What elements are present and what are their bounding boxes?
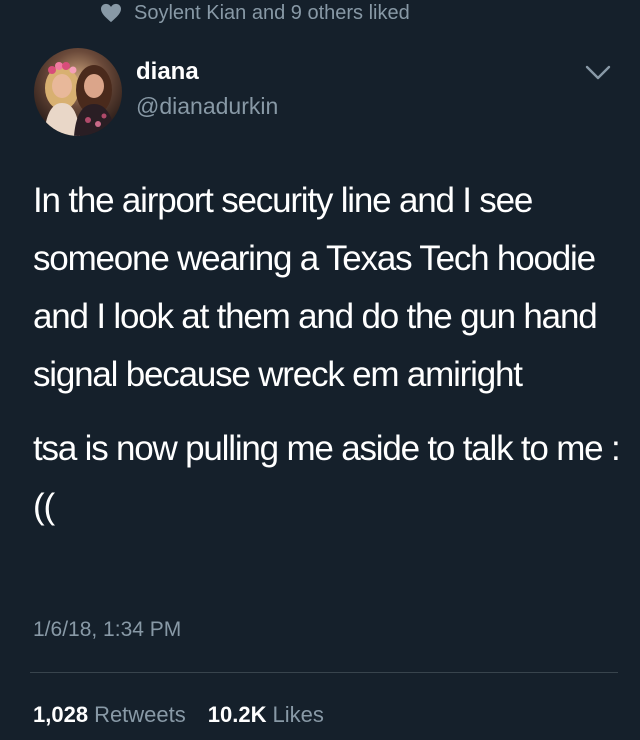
chevron-down-icon[interactable] [584, 64, 612, 82]
author-display-name[interactable]: diana [136, 58, 199, 86]
tweet-paragraph: tsa is now pulling me aside to talk to m… [33, 429, 621, 526]
author-handle[interactable]: @dianadurkin [136, 93, 278, 120]
social-context[interactable]: Soylent Kian and 9 others liked [100, 0, 410, 26]
tweet-paragraph: In the airport security line and I see s… [33, 181, 598, 394]
tweet-stats: 1,028 Retweets 10.2K Likes [33, 702, 324, 728]
avatar[interactable] [34, 48, 122, 136]
retweets-label[interactable]: Retweets [94, 702, 186, 728]
retweets-count[interactable]: 1,028 [33, 702, 88, 728]
stats-spacer [192, 702, 202, 728]
heart-icon [101, 3, 121, 23]
avatar-photo [34, 48, 122, 136]
likes-count[interactable]: 10.2K [208, 702, 267, 728]
divider [30, 672, 618, 673]
social-context-text: Soylent Kian and 9 others liked [134, 1, 410, 24]
likes-label[interactable]: Likes [273, 702, 324, 728]
tweet-timestamp[interactable]: 1/6/18, 1:34 PM [33, 618, 181, 642]
tweet-text: In the airport security line and I see s… [33, 172, 623, 536]
